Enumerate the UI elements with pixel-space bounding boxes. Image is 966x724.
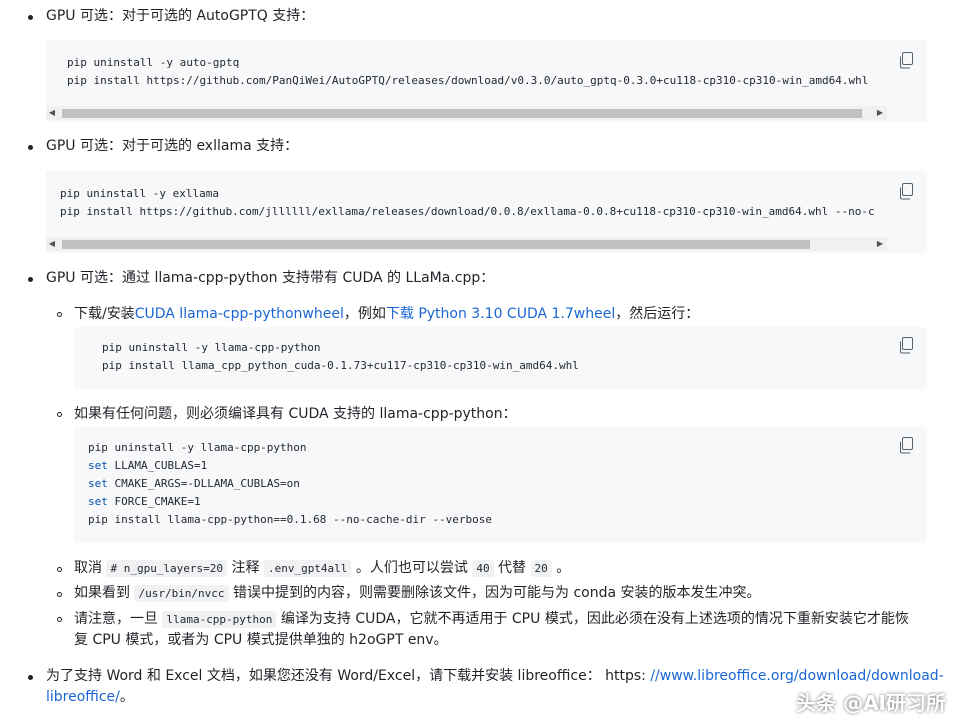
bullet xyxy=(28,15,33,20)
text: 注释 xyxy=(227,560,264,576)
copy-button[interactable] xyxy=(898,337,914,355)
bullet xyxy=(28,277,33,282)
text: 。 xyxy=(119,689,134,705)
copy-button[interactable] xyxy=(898,52,914,70)
code-line: pip uninstall -y auto-gptq xyxy=(67,56,240,69)
inline-code: 40 xyxy=(472,560,494,577)
text: 为了支持 Word 和 Excel 文档，如果您还没有 Word/Excel，请… xyxy=(46,668,651,684)
code-text: CMAKE_ARGS=-DLLAMA_CUBLAS=on xyxy=(107,477,300,490)
scroll-right-arrow[interactable]: ▶ xyxy=(874,237,886,251)
scroll-left-arrow[interactable]: ◀ xyxy=(46,237,58,251)
inline-code: # n_gpu_layers=20 xyxy=(106,560,228,577)
text: 编译为支持 CUDA，它就不再适用于 CPU 模式，因此必须在没有上述选项的情况… xyxy=(276,611,909,627)
scroll-right-arrow[interactable]: ▶ xyxy=(874,106,886,120)
code-line: set CMAKE_ARGS=-DLLAMA_CUBLAS=on xyxy=(88,475,300,493)
code-line: set FORCE_CMAKE=1 xyxy=(88,493,201,511)
inline-code: 20 xyxy=(530,560,552,577)
text: 。人们也可以尝试 xyxy=(351,560,473,576)
set-keyword: set xyxy=(88,459,108,472)
cuda-wheel-link[interactable]: CUDA llama-cpp-pythonwheel xyxy=(135,306,344,322)
code-line: pip uninstall -y exllama xyxy=(60,187,219,200)
scroll-left-arrow[interactable]: ◀ xyxy=(46,106,58,120)
watermark: 头条 @AI研习所 xyxy=(796,691,946,715)
uncomment-instruction: 取消 # n_gpu_layers=20 注释 .env_gpt4all 。人们… xyxy=(74,558,570,579)
download-instruction: 下载/安装CUDA llama-cpp-pythonwheel，例如下载 Pyt… xyxy=(74,304,699,324)
section-label-exllama: GPU 可选：对于可选的 exllama 支持： xyxy=(46,138,299,154)
python-310-wheel-link[interactable]: 下载 Python 3.10 CUDA 1.7wheel xyxy=(386,306,615,322)
section-label-llama-cpp: GPU 可选：通过 llama-cpp-python 支持带有 CUDA 的 L… xyxy=(46,270,495,286)
copy-icon xyxy=(900,337,913,354)
code-text: LLAMA_CUBLAS=1 xyxy=(107,459,208,472)
horizontal-scrollbar[interactable]: ◀ ▶ xyxy=(46,237,887,251)
libreoffice-link[interactable]: //www.libreoffice.org/download/download- xyxy=(650,668,943,684)
sub-bullet xyxy=(57,592,62,597)
code-block-exllama: pip uninstall -y exllama pip install htt… xyxy=(46,171,927,253)
compile-instruction: 如果有任何问题，则必须编译具有 CUDA 支持的 llama-cpp-pytho… xyxy=(74,406,517,422)
sub-bullet xyxy=(57,617,62,622)
inline-code: /usr/bin/nvcc xyxy=(134,585,229,602)
section-label-autogptq: GPU 可选：对于可选的 AutoGPTQ 支持： xyxy=(46,8,315,24)
code-line: pip uninstall -y llama-cpp-python xyxy=(88,441,307,454)
code-line: pip install https://github.com/jllllll/e… xyxy=(60,205,875,218)
copy-button[interactable] xyxy=(898,183,914,201)
text: 取消 xyxy=(74,560,107,576)
code-block-autogptq: pip uninstall -y auto-gptq pip install h… xyxy=(46,40,927,122)
code-block-compile: pip uninstall -y llama-cpp-python set LL… xyxy=(74,427,927,543)
instruction-mid: ，例如 xyxy=(343,306,386,322)
text: 代替 xyxy=(493,560,531,576)
scrollbar-thumb[interactable] xyxy=(62,109,862,118)
cpu-mode-note: 请注意，一旦 llama-cpp-python 编译为支持 CUDA，它就不再适… xyxy=(74,609,909,630)
code-text: FORCE_CMAKE=1 xyxy=(107,495,201,508)
cpu-mode-note-cont: 复 CPU 模式，或者为 CPU 模式提供单独的 h2oGPT env。 xyxy=(74,632,448,648)
libreoffice-instruction-cont: libreoffice/。 xyxy=(46,687,134,707)
set-keyword: set xyxy=(88,495,108,508)
horizontal-scrollbar[interactable]: ◀ ▶ xyxy=(46,106,887,120)
sub-bullet xyxy=(57,567,62,572)
libreoffice-link-cont[interactable]: libreoffice/ xyxy=(46,689,120,705)
text: 如果看到 xyxy=(74,585,135,601)
copy-button[interactable] xyxy=(898,437,914,455)
scrollbar-thumb[interactable] xyxy=(62,240,810,249)
text: 错误中提到的内容，则需要删除该文件，因为可能与为 conda 安装的版本发生冲突… xyxy=(228,585,761,601)
code-line: pip install https://github.com/PanQiWei/… xyxy=(67,74,869,87)
code-block-llama-wheel: pip uninstall -y llama-cpp-python pip in… xyxy=(74,327,927,389)
sub-bullet xyxy=(57,412,62,417)
sub-bullet xyxy=(57,312,62,317)
bullet xyxy=(28,675,33,680)
text: 。 xyxy=(551,560,571,576)
code-line: pip install llama_cpp_python_cuda-0.1.73… xyxy=(102,359,579,372)
nvcc-instruction: 如果看到 /usr/bin/nvcc 错误中提到的内容，则需要删除该文件，因为可… xyxy=(74,583,761,604)
copy-icon xyxy=(900,183,913,200)
instruction-suffix: ，然后运行： xyxy=(615,306,700,322)
inline-code: llama-cpp-python xyxy=(162,611,277,628)
copy-icon xyxy=(900,437,913,454)
copy-icon xyxy=(900,52,913,69)
libreoffice-instruction: 为了支持 Word 和 Excel 文档，如果您还没有 Word/Excel，请… xyxy=(46,666,944,686)
bullet xyxy=(28,145,33,150)
instruction-prefix: 下载/安装 xyxy=(74,306,135,322)
code-line: pip install llama-cpp-python==0.1.68 --n… xyxy=(88,513,492,526)
text: 请注意，一旦 xyxy=(74,611,163,627)
set-keyword: set xyxy=(88,477,108,490)
code-line: pip uninstall -y llama-cpp-python xyxy=(102,341,321,354)
inline-code: .env_gpt4all xyxy=(263,560,352,577)
code-line: set LLAMA_CUBLAS=1 xyxy=(88,457,207,475)
